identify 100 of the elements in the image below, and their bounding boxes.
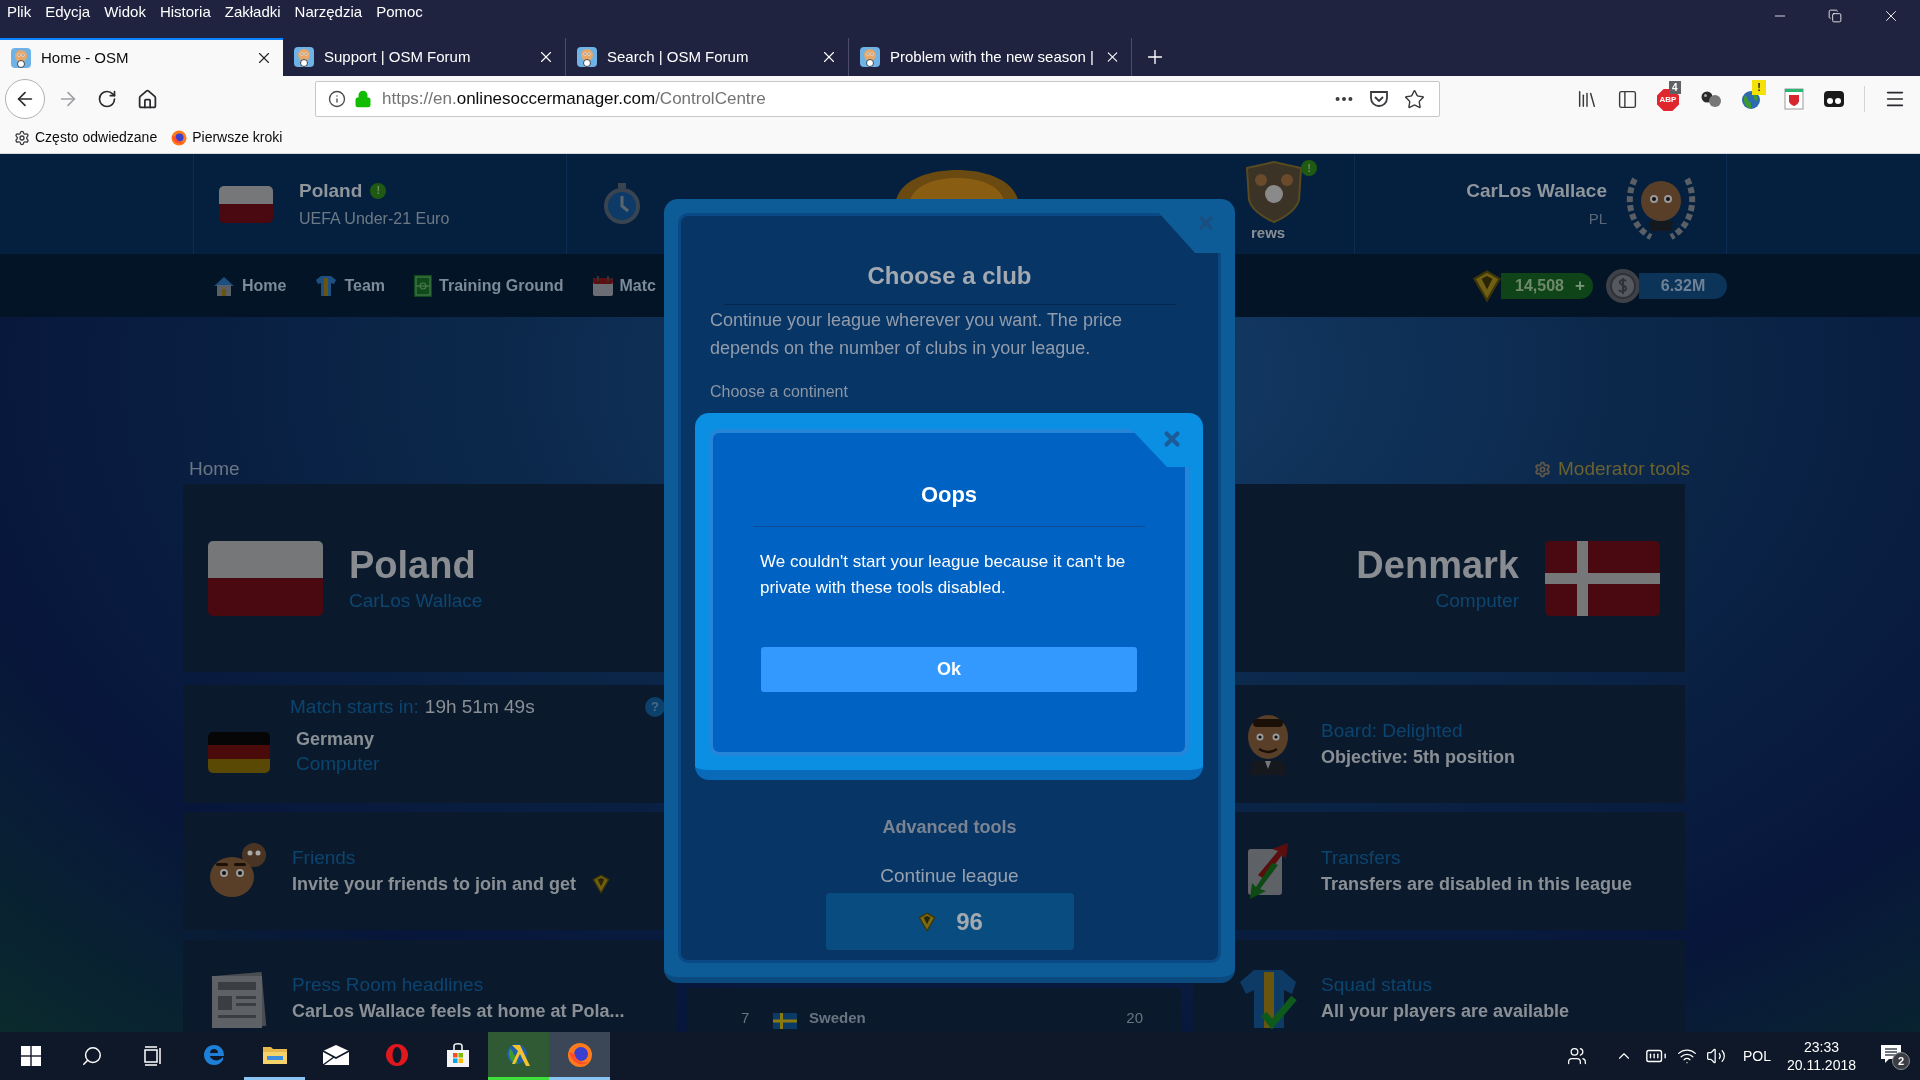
card-label: Press Room headlines <box>292 973 485 997</box>
cartoon-man-icon <box>1245 713 1291 775</box>
countdown-value: 19h 51m 49s <box>424 694 535 719</box>
mail-icon <box>321 1044 350 1065</box>
mascot-icon <box>294 47 314 67</box>
diamond-icon <box>916 910 939 933</box>
home-icon[interactable] <box>137 88 158 110</box>
dialog-description: Continue your league wherever you want. The price depends on the number of clubs in your league. <box>710 309 1123 360</box>
calendar-icon <box>591 274 614 297</box>
away-manager-name: Computer <box>1435 589 1519 613</box>
flag-icon <box>219 185 273 223</box>
lock-icon <box>354 90 372 108</box>
competition-name: UEFA Under-21 Euro <box>299 208 450 229</box>
nav-item[interactable]: Team <box>314 273 386 298</box>
team-name[interactable]: Poland <box>299 178 363 203</box>
menu-item[interactable]: Pomoc <box>376 2 423 22</box>
manager-name[interactable]: CarLos Wallace <box>1466 178 1607 203</box>
bookmark-item[interactable]: Często odwiedzane <box>14 127 158 148</box>
diamond-icon <box>590 873 613 895</box>
nav-item[interactable]: Home <box>212 273 287 298</box>
shopping-bag-icon <box>445 1041 470 1068</box>
edge-browser-icon <box>201 1042 226 1067</box>
firefox-icon <box>566 1041 593 1068</box>
pitch-icon <box>413 273 434 298</box>
notification-count: 2 <box>1892 1052 1910 1070</box>
windows-logo-icon[interactable] <box>20 1046 41 1066</box>
continue-label: Continue league <box>880 864 1019 888</box>
mascot-icon <box>577 47 597 67</box>
alert-badge: ! <box>1301 160 1317 176</box>
points: 20 <box>1126 1007 1143 1028</box>
menu-item[interactable]: Historia <box>159 2 211 22</box>
input-language[interactable]: POL <box>1742 1045 1771 1067</box>
search-icon[interactable] <box>80 1045 103 1067</box>
countdown-label: Match starts in: <box>290 694 419 719</box>
url-text: https://en.onlinesoccermanager.com/ControlCentre <box>382 88 766 111</box>
away-team-name: Denmark <box>1356 543 1519 588</box>
opera-icon <box>384 1042 409 1067</box>
menu-item[interactable]: Narzędzia <box>294 2 363 22</box>
card-text: Invite your friends to join and get <box>292 873 577 896</box>
flag-icon <box>1545 540 1660 616</box>
nav-item[interactable]: Training Ground <box>413 273 564 298</box>
menu-item[interactable]: Plik <box>7 2 32 22</box>
position-number: 7 <box>741 1007 751 1028</box>
reload-icon[interactable] <box>97 89 117 109</box>
card-text: Transfers are disabled in this league <box>1321 873 1633 896</box>
volume-icon[interactable] <box>1705 1046 1726 1066</box>
team-name: Sweden <box>809 1007 866 1028</box>
gear-icon <box>14 129 30 146</box>
continue-price-button[interactable]: 96 <box>825 893 1074 950</box>
house-icon <box>212 274 236 297</box>
manager-country: PL <box>1588 208 1607 229</box>
menu-item[interactable]: Edycja <box>45 2 91 22</box>
menu-item[interactable]: Widok <box>104 2 146 22</box>
info-icon[interactable] <box>328 90 346 108</box>
card-label: Board: Delighted <box>1321 719 1464 743</box>
sidebar-icon[interactable] <box>1617 88 1638 110</box>
browser-tab[interactable]: Home - OSM <box>0 38 283 76</box>
mascot-icon <box>860 47 880 67</box>
home-team-name: Poland <box>349 543 477 588</box>
warning-badge: ! <box>1752 80 1766 95</box>
star-icon[interactable] <box>1404 88 1425 110</box>
shield-icon[interactable] <box>1784 88 1804 110</box>
shirt-icon <box>314 273 339 298</box>
breadcrumb[interactable]: Home <box>189 455 240 484</box>
card-label: Friends <box>292 846 357 870</box>
back-button[interactable] <box>5 79 45 119</box>
alert-title: Oops <box>920 481 978 509</box>
continent-label: Choose a continent <box>710 382 848 402</box>
menu-item[interactable]: Zakładki <box>224 2 281 22</box>
mask-icon[interactable] <box>1823 89 1845 109</box>
firefox-icon <box>171 129 188 146</box>
opponent-name: Germany <box>296 728 376 751</box>
card-label: Squad status <box>1321 973 1433 997</box>
clock[interactable]: 23:33 20.11.2018 <box>1786 1038 1856 1074</box>
flag-icon <box>208 731 270 773</box>
library-icon[interactable] <box>1576 88 1598 110</box>
alert-message: We couldn't start your league because it can't be private with these tools disabled. <box>760 551 1127 599</box>
crews-label[interactable]: rews <box>1251 224 1286 242</box>
dialog-title: Choose a club <box>867 261 1032 291</box>
alert-badge: ! <box>370 182 387 199</box>
flag-icon <box>208 540 323 616</box>
mascot-icon <box>11 48 31 68</box>
flag-icon <box>773 1013 797 1029</box>
pocket-icon[interactable] <box>1369 90 1389 108</box>
task-view-icon[interactable] <box>141 1046 164 1066</box>
stopwatch-icon[interactable] <box>603 183 641 225</box>
card-text: Objective: 5th position <box>1321 746 1516 769</box>
count-badge: 4 <box>1669 81 1681 94</box>
money-balance: 6.32M <box>1639 272 1727 299</box>
card-text: All your players are available <box>1321 1000 1570 1023</box>
nav-item[interactable]: Matc <box>591 273 656 298</box>
balls-icon[interactable] <box>1700 89 1722 109</box>
address-bar[interactable]: https://en.onlinesoccermanager.com/ControlCentre <box>315 81 1440 117</box>
diamond-count: 14,508 <box>1515 275 1564 296</box>
coin-icon <box>1605 267 1641 304</box>
people-icon[interactable] <box>1566 1046 1587 1066</box>
bookmark-item[interactable]: Pierwsze kroki <box>171 127 283 148</box>
restore-icon[interactable] <box>1828 9 1842 23</box>
transfer-arrows-icon <box>1246 841 1290 901</box>
crest-icon[interactable] <box>1243 160 1305 224</box>
